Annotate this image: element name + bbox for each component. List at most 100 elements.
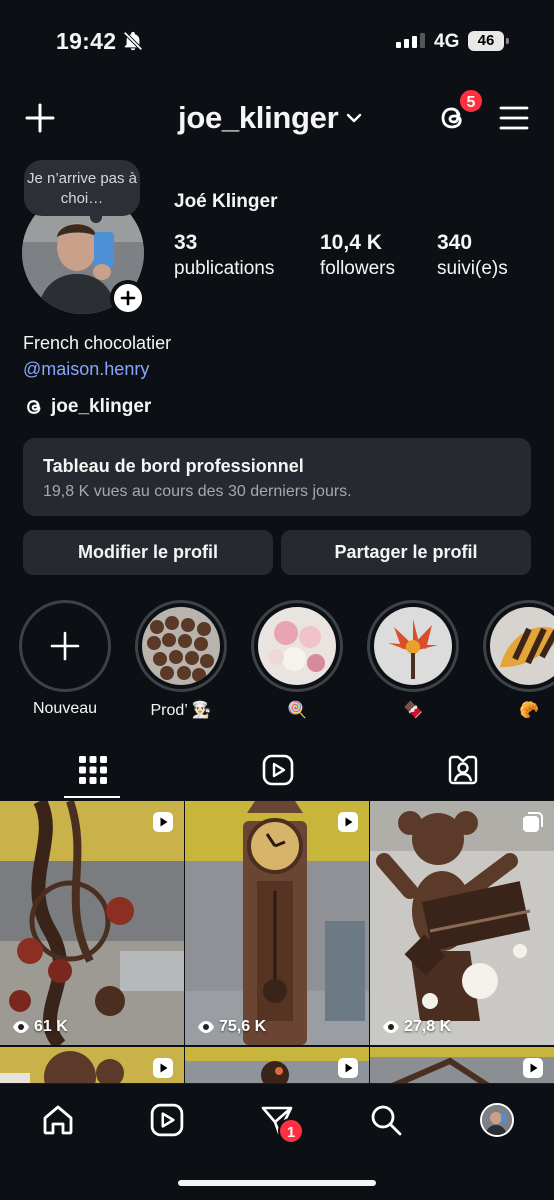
nav-home[interactable] [38, 1100, 78, 1140]
plus-icon [50, 631, 80, 661]
stat-value: 340 [437, 231, 473, 254]
tab-posts-grid[interactable] [0, 742, 185, 798]
highlight-cover [490, 607, 554, 685]
profile-tabs [0, 742, 554, 800]
hamburger-menu-icon [499, 106, 529, 130]
highlight-prod[interactable]: Prod’ 👨🏻‍🍳 [135, 600, 227, 720]
reel-indicator-icon [152, 811, 174, 838]
profile-avatar-small [480, 1103, 514, 1137]
threads-notification-badge: 5 [458, 88, 484, 114]
reel-indicator-icon [152, 1057, 174, 1083]
nav-reels[interactable] [147, 1100, 187, 1140]
grid-post[interactable]: 61 K [0, 801, 184, 1045]
highlight-candy[interactable]: 🍭 [251, 600, 343, 720]
highlight-cover [142, 607, 220, 685]
highlight-label: Prod’ 👨🏻‍🍳 [150, 702, 212, 719]
reel-indicator-icon [337, 811, 359, 838]
reel-indicator-icon [522, 1057, 544, 1083]
eye-icon [13, 1021, 29, 1033]
eye-icon [383, 1021, 399, 1033]
messages-badge: 1 [278, 1118, 304, 1144]
carousel-indicator-icon [522, 811, 544, 838]
profile-note[interactable]: Je n’arrive pas à choi… [24, 160, 140, 223]
eye-icon [198, 1021, 214, 1033]
highlight-label: 🍫 [403, 702, 423, 719]
username: joe_klinger [178, 100, 339, 135]
battery-icon: 46 [468, 31, 509, 51]
home-icon [43, 1105, 73, 1135]
status-time: 19:42 [56, 28, 117, 54]
create-post-button[interactable] [22, 100, 58, 136]
stat-followers[interactable]: 10,4 K followers [320, 230, 395, 282]
tab-tagged[interactable] [370, 742, 554, 798]
highlight-cover [374, 607, 452, 685]
highlight-ring [135, 600, 227, 692]
reels-icon [262, 754, 293, 786]
home-indicator[interactable] [178, 1180, 376, 1186]
bio: French chocolatier @maison.henry [23, 330, 171, 382]
add-story-button[interactable] [110, 280, 146, 316]
tab-reels[interactable] [185, 742, 370, 798]
highlight-chocolate[interactable]: 🍫 [367, 600, 459, 720]
stat-value: 10,4 K [320, 231, 382, 254]
view-count: 27,8 K [382, 1018, 451, 1036]
professional-dashboard-card[interactable]: Tableau de bord professionnel 19,8 K vue… [23, 438, 531, 516]
threads-profile-link[interactable]: joe_klinger [23, 396, 151, 418]
bio-text: French chocolatier [23, 333, 172, 353]
stat-label: followers [320, 258, 395, 279]
threads-handle: joe_klinger [51, 396, 152, 417]
view-count-value: 75,6 K [219, 1018, 267, 1035]
dashboard-subtitle: 19,8 K vues au cours des 30 derniers jou… [43, 483, 352, 500]
menu-button[interactable] [496, 100, 532, 136]
tagged-person-icon [448, 755, 477, 785]
grid-post[interactable] [185, 1047, 369, 1083]
highlight-label: 🥐 [519, 702, 539, 719]
edit-profile-button[interactable]: Modifier le profil [23, 530, 273, 575]
stat-value: 33 [174, 231, 198, 254]
grid-post[interactable] [370, 1047, 554, 1083]
highlight-ring [483, 600, 554, 692]
reel-indicator-icon [337, 1057, 359, 1083]
highlight-ring [251, 600, 343, 692]
stat-following[interactable]: 340 suivi(e)s [437, 230, 508, 282]
reels-icon [150, 1103, 184, 1137]
view-count: 75,6 K [197, 1018, 266, 1036]
highlight-ring [19, 600, 111, 692]
grid-post[interactable]: 27,8 K [370, 801, 554, 1045]
signal-icon [396, 33, 425, 48]
stat-label: suivi(e)s [437, 258, 508, 279]
account-switcher[interactable]: joe_klinger [178, 100, 362, 136]
highlight-new[interactable]: Nouveau [19, 600, 111, 718]
full-name: Joé Klinger [174, 191, 278, 212]
plus-icon [120, 290, 136, 306]
profile-header: Je n’arrive pas à choi… Joé Klinger 33 p… [0, 158, 554, 318]
plus-icon [25, 103, 55, 133]
view-count: 61 K [12, 1018, 68, 1036]
highlight-cover [258, 607, 336, 685]
highlight-ring [367, 600, 459, 692]
view-count-value: 27,8 K [404, 1018, 452, 1035]
network-type: 4G [434, 31, 460, 52]
grid-icon [78, 756, 107, 784]
grid-post[interactable] [0, 1047, 184, 1083]
grid-post[interactable]: 75,6 K [185, 801, 369, 1045]
threads-icon [27, 400, 41, 414]
highlight-croissant[interactable]: 🥐 [483, 600, 554, 720]
active-tab-indicator [64, 796, 120, 798]
posts-grid: 61 K 75,6 K 27,8 K [0, 801, 554, 1083]
nav-search[interactable] [366, 1100, 406, 1140]
status-bar: 19:42 4G 46 [0, 0, 554, 84]
view-count-value: 61 K [34, 1018, 68, 1035]
stat-label: publications [174, 258, 275, 279]
nav-profile[interactable] [477, 1100, 517, 1140]
highlight-label: Nouveau [32, 700, 98, 717]
bell-off-icon [122, 30, 144, 57]
chevron-down-icon [347, 113, 362, 123]
dashboard-title: Tableau de bord professionnel [43, 456, 304, 476]
stat-posts[interactable]: 33 publications [174, 230, 274, 282]
search-icon [371, 1105, 402, 1136]
share-profile-button[interactable]: Partager le profil [281, 530, 531, 575]
bio-mention-link[interactable]: @maison.henry [23, 356, 171, 382]
profile-header-bar: joe_klinger 5 [0, 88, 554, 144]
highlight-label: 🍭 [287, 702, 307, 719]
